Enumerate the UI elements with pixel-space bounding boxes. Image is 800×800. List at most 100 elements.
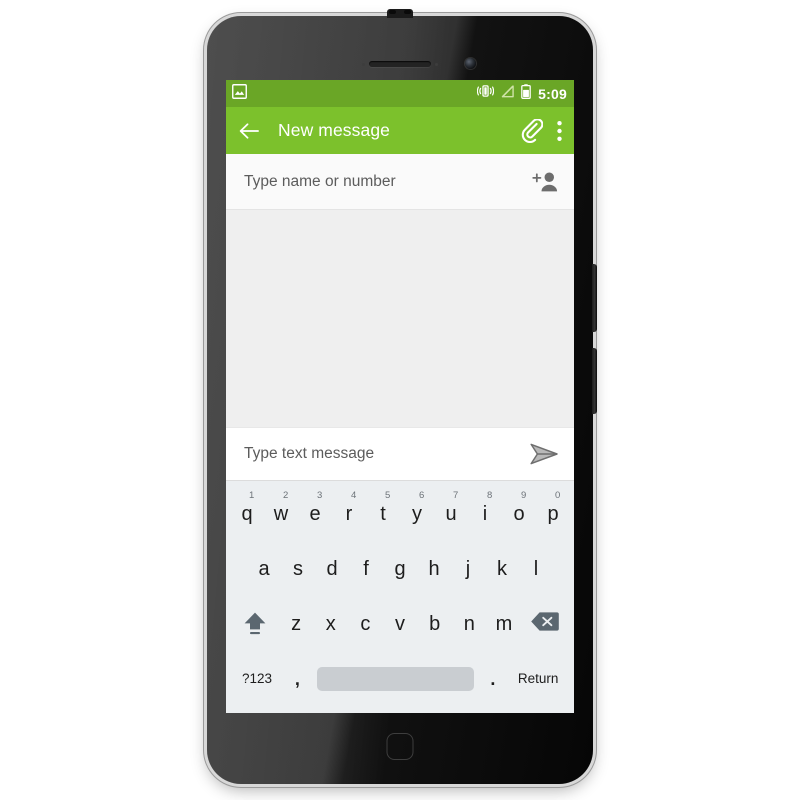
spacebar-cap xyxy=(316,666,474,691)
send-icon[interactable] xyxy=(528,441,560,467)
key-hint-7: 7 xyxy=(453,490,459,501)
key-d[interactable]: d xyxy=(315,542,349,597)
screenshot-canvas: 5:09 New message Type name or number Typ… xyxy=(0,0,800,800)
attach-icon[interactable] xyxy=(521,118,543,143)
key-label: u xyxy=(445,503,457,526)
comma-key[interactable]: , xyxy=(282,651,313,706)
key-label: i xyxy=(482,503,488,526)
key-label: k xyxy=(497,558,507,581)
key-t[interactable]: 5 t xyxy=(366,487,400,542)
key-label: s xyxy=(293,558,303,581)
compose-row[interactable]: Type text message xyxy=(226,427,574,481)
key-h[interactable]: h xyxy=(417,542,451,597)
key-a[interactable]: a xyxy=(247,542,281,597)
key-label: e xyxy=(309,503,321,526)
app-bar-actions xyxy=(521,118,562,143)
symbols-key-label: ?123 xyxy=(242,670,273,686)
key-n[interactable]: n xyxy=(452,597,487,652)
key-label: f xyxy=(363,558,369,581)
conversation-area xyxy=(226,210,574,427)
message-input[interactable]: Type text message xyxy=(244,445,528,463)
front-camera xyxy=(465,58,476,69)
keyboard-row-3: z x c v b n m xyxy=(230,597,570,652)
key-w[interactable]: 2 w xyxy=(264,487,298,542)
key-g[interactable]: g xyxy=(383,542,417,597)
key-label: m xyxy=(495,612,513,635)
key-b[interactable]: b xyxy=(417,597,452,652)
key-j[interactable]: j xyxy=(451,542,485,597)
key-hint-1: 1 xyxy=(249,490,255,501)
period-key[interactable]: . xyxy=(478,651,509,706)
key-label: x xyxy=(325,612,336,635)
key-hint-5: 5 xyxy=(385,490,391,501)
key-label: a xyxy=(258,558,270,581)
key-f[interactable]: f xyxy=(349,542,383,597)
key-label: l xyxy=(533,558,539,581)
earpiece-speaker xyxy=(362,61,438,67)
key-k[interactable]: k xyxy=(485,542,519,597)
key-label: q xyxy=(241,503,253,526)
return-key[interactable]: Return xyxy=(508,651,568,706)
antenna-nub xyxy=(387,9,413,18)
key-p[interactable]: 0 p xyxy=(536,487,570,542)
shift-icon xyxy=(243,611,267,637)
return-key-label: Return xyxy=(517,670,559,686)
page-title: New message xyxy=(278,120,390,140)
add-person-icon[interactable] xyxy=(532,171,558,193)
key-label: r xyxy=(345,503,353,526)
battery-icon xyxy=(521,83,531,104)
key-hint-2: 2 xyxy=(283,490,289,501)
key-m[interactable]: m xyxy=(487,597,522,652)
key-y[interactable]: 6 y xyxy=(400,487,434,542)
keyboard-row-4: ?123 , . Return xyxy=(230,651,570,706)
backspace-key[interactable] xyxy=(521,597,568,652)
keyboard-row-2: a s d f g h j k l xyxy=(230,542,570,597)
status-bar: 5:09 xyxy=(226,80,574,107)
comma-key-label: , xyxy=(294,668,300,689)
overflow-menu-icon[interactable] xyxy=(557,120,562,142)
key-hint-9: 9 xyxy=(521,490,527,501)
home-button[interactable] xyxy=(386,733,414,760)
key-hint-3: 3 xyxy=(317,490,323,501)
key-hint-4: 4 xyxy=(351,490,357,501)
key-q[interactable]: 1 q xyxy=(230,487,264,542)
key-e[interactable]: 3 e xyxy=(298,487,332,542)
key-r[interactable]: 4 r xyxy=(332,487,366,542)
key-label: z xyxy=(291,612,302,635)
key-label: d xyxy=(326,558,338,581)
key-s[interactable]: s xyxy=(281,542,315,597)
key-i[interactable]: 8 i xyxy=(468,487,502,542)
key-z[interactable]: z xyxy=(279,597,314,652)
key-label: y xyxy=(412,503,422,526)
recipient-input[interactable]: Type name or number xyxy=(244,173,532,191)
spacebar-key[interactable] xyxy=(313,651,478,706)
shift-key[interactable] xyxy=(232,597,279,652)
key-hint-0: 0 xyxy=(555,490,561,501)
key-u[interactable]: 7 u xyxy=(434,487,468,542)
keyboard-row-1: 1 q 2 w 3 e 4 r 5 t 6 y 7 u 8 i 9 o 0 p xyxy=(230,487,570,542)
backspace-icon xyxy=(530,611,559,637)
key-hint-8: 8 xyxy=(487,490,493,501)
arrow-back-icon[interactable] xyxy=(238,121,260,141)
recipient-field-row[interactable]: Type name or number xyxy=(226,154,574,210)
key-label: t xyxy=(380,503,386,526)
status-bar-clock: 5:09 xyxy=(538,85,567,102)
signal-off-icon xyxy=(501,84,514,103)
key-label: h xyxy=(428,558,440,581)
volume-rocker[interactable] xyxy=(592,264,597,332)
power-button[interactable] xyxy=(592,348,597,414)
status-bar-notifications xyxy=(232,83,247,104)
key-x[interactable]: x xyxy=(313,597,348,652)
key-label: w xyxy=(273,503,289,526)
symbols-key[interactable]: ?123 xyxy=(232,651,282,706)
key-label: n xyxy=(463,612,475,635)
key-v[interactable]: v xyxy=(383,597,418,652)
key-label: p xyxy=(547,503,559,526)
key-o[interactable]: 9 o xyxy=(502,487,536,542)
key-label: c xyxy=(360,612,371,635)
phone-screen: 5:09 New message Type name or number Typ… xyxy=(226,80,574,713)
vibrate-icon xyxy=(477,84,495,103)
on-screen-keyboard[interactable]: 1 q 2 w 3 e 4 r 5 t 6 y 7 u 8 i 9 o 0 p … xyxy=(226,481,574,713)
key-l[interactable]: l xyxy=(519,542,553,597)
key-c[interactable]: c xyxy=(348,597,383,652)
